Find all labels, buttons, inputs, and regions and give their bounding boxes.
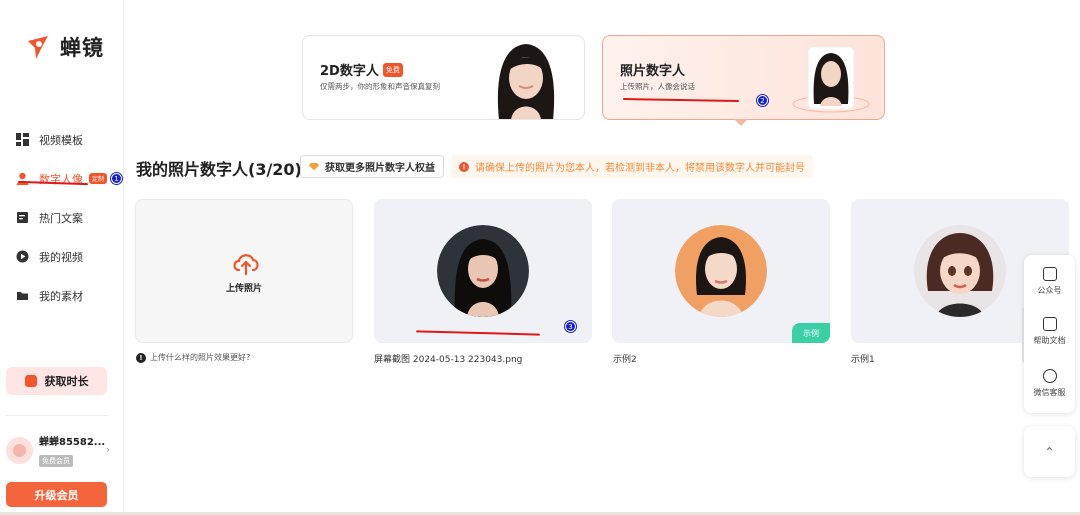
upload-photo-card[interactable]: 上传照片 [135,199,353,343]
gift-icon [24,375,37,387]
brand-name: 蝉镜 [60,36,104,60]
mode-card-photo-avatar[interactable]: 照片数字人 上传照片，人像会说话 2 [602,35,885,120]
sidebar-item-my-videos[interactable]: 我的视频 [0,237,124,276]
mode-card-2d-avatar[interactable]: 2D数字人 免费 仅需两步，你的形象和声音保真复刻 [302,35,585,120]
logo[interactable]: 蝉镜 [26,32,104,62]
chat-icon [1042,369,1057,383]
avatar-photo [675,225,767,317]
sidebar-item-my-assets[interactable]: 我的素材 [0,276,124,315]
free-badge: 免费 [382,62,403,77]
sidebar-item-label: 我的视频 [39,250,83,264]
section-title: 我的照片数字人(3/20) [136,160,302,179]
user-name: 蝉蝉85582... [39,437,106,448]
chevron-right-icon: › [105,443,110,456]
float-item-label: 微信客服 [1033,388,1066,397]
sidebar-item-label: 视频模板 [39,133,83,147]
membership-badge: 免费会员 [39,455,73,467]
document-icon [1042,267,1057,281]
annotation-underline [622,97,740,103]
selection-pointer [734,119,748,126]
get-time-button[interactable]: 获取时长 [6,367,107,395]
card-caption: 屏幕截图 2024-05-13 223043.png [374,355,523,365]
annotation-marker-2: 2 [757,95,768,106]
example-tag: 示例 [792,323,830,343]
grid-icon [16,133,29,146]
avatar-photo [914,225,1006,317]
card-caption: 示例1 [851,355,875,365]
official-account-button[interactable]: 公众号 [1024,267,1075,296]
mode-title: 2D数字人 免费 [320,60,403,79]
photo-avatar-card[interactable]: 3 [374,199,592,343]
folder-icon [17,292,28,300]
warning-text: 请确保上传的照片为您本人，若检测到非本人，将禁用该数字人并可能封号 [475,163,805,174]
avatar-photo [437,225,529,317]
mode-title: 照片数字人 [620,60,685,79]
portrait-image [497,44,555,119]
annotation-underline [415,330,541,336]
scroll-to-top-button[interactable]: ⌃ [1024,426,1075,477]
play-icon [16,250,29,263]
avatar [6,436,33,464]
portrait-image [792,46,870,113]
sidebar-divider [6,415,108,416]
upgrade-button[interactable]: 升级会员 [6,482,107,507]
sidebar-item-label: 热门文案 [39,211,83,225]
photo-help-link[interactable]: ! 上传什么样的照片效果更好? [136,352,250,363]
diamond-icon [309,162,319,171]
annotation-marker-1: 1 [111,173,123,184]
float-item-label: 帮助文档 [1033,336,1066,345]
get-more-benefits-button[interactable]: 获取更多照片数字人权益 [300,155,444,178]
upload-label: 上传照片 [225,284,262,294]
annotation-marker-3: 3 [565,321,576,332]
wechat-support-button[interactable]: 微信客服 [1024,369,1075,398]
sidebar-item-digital-portrait[interactable]: 数字人像 定制 1 [0,159,124,198]
brand-logo-icon [28,36,48,59]
mode-subtitle: 上传照片，人像会说话 [620,82,695,91]
info-icon: ! [136,352,146,363]
clipboard-icon [1042,317,1057,331]
app-root: 蝉镜 视频模板 数字人像 定制 1 热门文案 我的视频 我的素材 获取时长 蝉蝉… [0,0,1080,515]
mode-title-text: 照片数字人 [620,64,686,79]
cloud-upload-icon [233,254,259,276]
card-caption: 示例2 [613,355,637,365]
benefit-label: 获取更多照片数字人权益 [325,163,435,174]
chevron-up-icon: ⌃ [1044,444,1055,459]
example-avatar-card[interactable]: 示例 [612,199,830,343]
sidebar-item-hot-copy[interactable]: 热门文案 [0,198,124,237]
float-panel: 公众号 帮助文档 微信客服 [1024,255,1075,413]
custom-badge: 定制 [89,173,108,184]
mode-title-text: 2D数字人 [320,64,379,79]
document-icon [17,212,28,223]
float-item-label: 公众号 [1037,286,1062,295]
user-profile[interactable]: 蝉蝉85582... 免费会员 › [6,434,116,467]
warning-notice: ! 请确保上传的照片为您本人，若检测到非本人，将禁用该数字人并可能封号 [451,155,813,178]
sidebar: 蝉镜 视频模板 数字人像 定制 1 热门文案 我的视频 我的素材 获取时长 蝉蝉… [0,0,124,515]
sidebar-nav: 视频模板 数字人像 定制 1 热门文案 我的视频 我的素材 [0,120,124,315]
warning-icon: ! [459,161,469,172]
help-text: 上传什么样的照片效果更好? [150,353,251,362]
sidebar-item-label: 我的素材 [39,289,83,303]
get-time-label: 获取时长 [44,375,89,388]
mode-subtitle: 仅需两步，你的形象和声音保真复刻 [320,82,440,91]
help-docs-button[interactable]: 帮助文档 [1024,317,1075,346]
sidebar-item-video-templates[interactable]: 视频模板 [0,120,124,159]
